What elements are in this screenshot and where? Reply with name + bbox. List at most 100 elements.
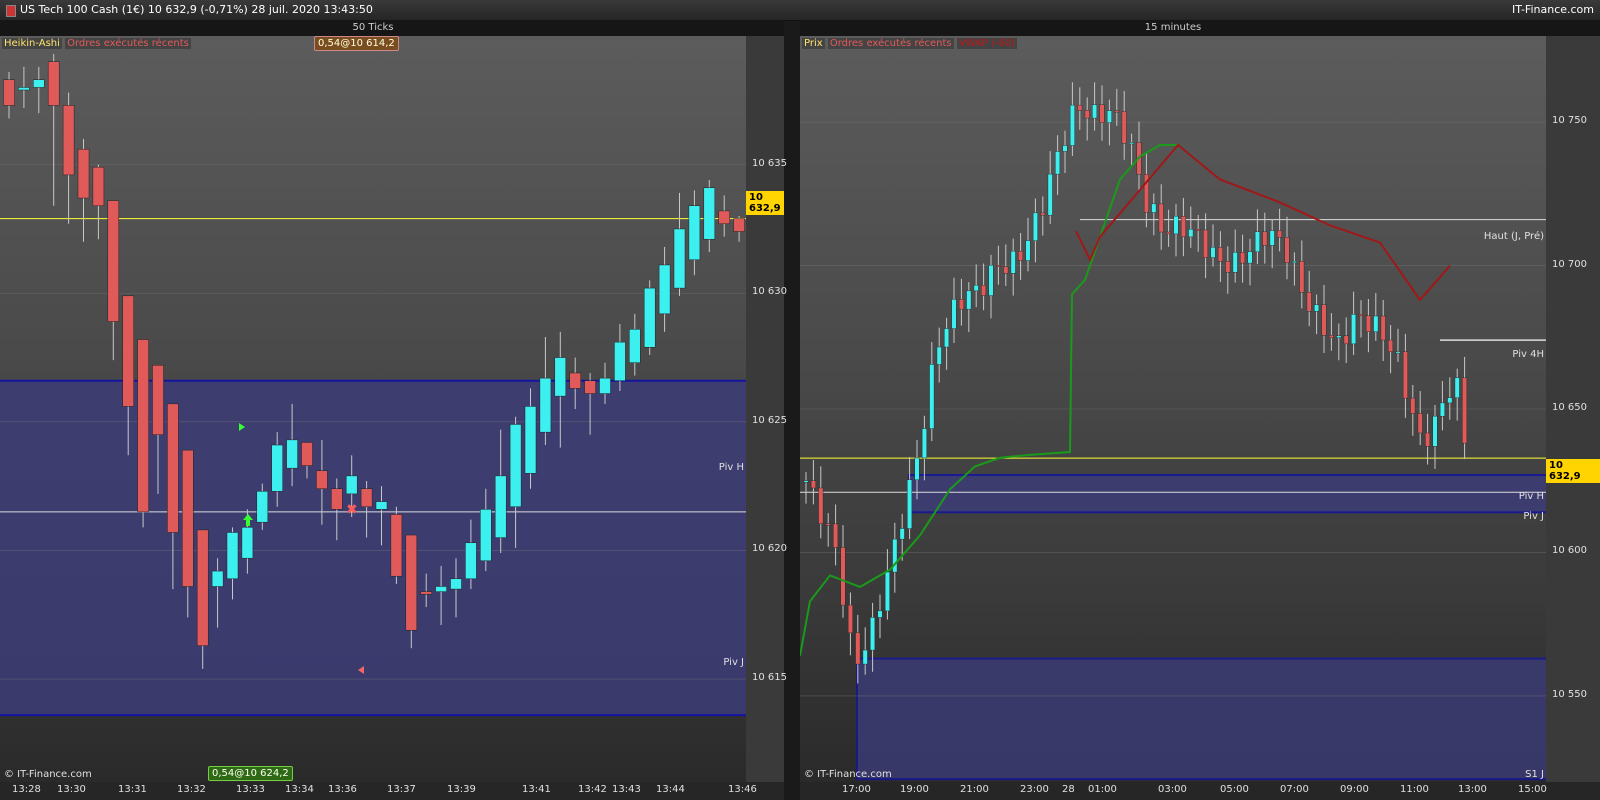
right-candle-body	[1010, 250, 1016, 274]
left-candle-body	[3, 79, 15, 106]
left-y-tick: 10 625	[752, 414, 787, 426]
right-candle-body	[1158, 203, 1164, 233]
right-candle-body	[1055, 151, 1061, 175]
left-candle-body	[122, 295, 134, 407]
right-candle-body	[810, 480, 816, 489]
right-candle-body	[870, 617, 876, 651]
right-candle-body	[840, 547, 846, 606]
right-vwap-label[interactable]: VWAP (-60)	[956, 38, 1018, 49]
left-candle-body	[271, 444, 283, 492]
left-candle-body	[584, 380, 596, 394]
left-x-tick: 13:41	[522, 784, 551, 795]
left-x-tick: 13:36	[328, 784, 357, 795]
left-candle-body	[107, 200, 120, 322]
left-candle-body	[435, 586, 447, 592]
left-x-tick: 13:33	[236, 784, 265, 795]
right-candle-body	[1328, 335, 1334, 338]
right-candle-body	[1225, 260, 1231, 273]
left-candle-body	[345, 475, 358, 495]
left-candle-body	[211, 570, 224, 587]
left-x-tick: 13:43	[612, 784, 641, 795]
left-candle-body	[420, 591, 432, 595]
left-candle-body	[569, 372, 581, 389]
left-piv-j-label: Piv J	[723, 657, 744, 668]
left-x-tick: 13:28	[12, 784, 41, 795]
right-candle-body	[981, 284, 987, 296]
right-candle-body	[1210, 247, 1216, 258]
right-x-tick: 03:00	[1158, 784, 1187, 795]
right-candle-body	[1077, 104, 1083, 111]
left-candle-body	[241, 527, 254, 559]
right-x-tick: 01:00	[1088, 784, 1117, 795]
left-orders-label[interactable]: Ordres exécutés récents	[65, 38, 191, 49]
right-x-tick: 15:00	[1518, 784, 1547, 795]
app-icon	[6, 5, 16, 17]
right-candle-body	[966, 290, 972, 310]
window-title: US Tech 100 Cash (1€) 10 632,9 (-0,71%) …	[20, 3, 373, 16]
right-candle-body	[1106, 110, 1112, 123]
right-y-axis[interactable]: 10 750 10 700 10 650 10 600 10 550 10 632,9	[1546, 36, 1600, 782]
right-candle-body	[855, 632, 861, 665]
right-candle-body	[1417, 413, 1423, 434]
right-candle-body	[1069, 104, 1075, 146]
right-candle-body	[1188, 229, 1194, 238]
left-y-tick: 10 620	[752, 543, 787, 555]
left-x-tick: 13:39	[447, 784, 476, 795]
right-pivot-zone	[908, 473, 1546, 514]
left-candle-body	[688, 205, 701, 261]
right-candle-body	[1084, 110, 1090, 119]
left-x-tick: 13:46	[728, 784, 757, 795]
right-x-tick: 28	[1062, 784, 1075, 795]
left-y-axis[interactable]: 10 635 10 630 10 625 10 620 10 615 10 632,9	[746, 36, 787, 782]
right-candle-body	[1262, 231, 1268, 246]
right-x-tick: 21:00	[960, 784, 989, 795]
right-candle-body	[1277, 230, 1283, 238]
left-candle-body	[286, 439, 298, 469]
left-candle-body	[599, 377, 611, 394]
left-candle-body	[450, 578, 462, 590]
right-s1-j-label: S1 J	[1525, 769, 1544, 780]
right-candle-body	[1047, 173, 1053, 216]
right-y-tick: 10 700	[1552, 258, 1587, 270]
right-x-tick: 19:00	[900, 784, 929, 795]
left-chart-panel: 50 Ticks ✖ Piv H Piv J © IT-Finance.com …	[0, 20, 787, 800]
left-candle-body	[673, 228, 686, 289]
left-order-tag-bottom[interactable]: 0,54@10 624,2	[208, 766, 293, 781]
left-candle-body	[137, 339, 149, 513]
right-plot-area[interactable]: Haut (J, Pré) Piv 4H Piv H Piv J S1 J © …	[800, 36, 1546, 782]
right-candle-body	[1395, 351, 1401, 354]
left-x-axis[interactable]: 13:28 13:30 13:31 13:32 13:33 13:34 13:36 13:37…	[0, 782, 784, 800]
right-orders-label[interactable]: Ordres exécutés récents	[827, 38, 954, 49]
right-candle-body	[1432, 415, 1438, 447]
left-candle-body	[92, 166, 105, 207]
left-candle-body	[182, 449, 194, 587]
left-candle-body	[18, 87, 30, 91]
right-candle-body	[1269, 230, 1275, 246]
right-vwap-green-line	[800, 144, 1178, 656]
right-candlestick-chart[interactable]	[800, 36, 1546, 782]
right-x-tick: 13:00	[1458, 784, 1487, 795]
right-piv-4h-label: Piv 4H	[1512, 349, 1544, 360]
left-plot-area[interactable]: ✖ Piv H Piv J © IT-Finance.com	[0, 36, 746, 782]
left-candle-body	[718, 210, 730, 225]
right-candle-body	[1114, 110, 1120, 113]
right-candle-body	[1351, 314, 1357, 345]
left-footer-brand: © IT-Finance.com	[4, 769, 92, 780]
left-x-tick: 13:37	[387, 784, 416, 795]
left-indicator-label[interactable]: Heikin-Ashi	[2, 38, 62, 49]
right-haut-label: Haut (J, Pré)	[1483, 231, 1544, 242]
right-x-axis[interactable]: 17:00 19:00 21:00 23:00 28 01:00 03:00 05:00 07:…	[800, 782, 1600, 800]
right-vwap-red-line	[1075, 143, 1451, 302]
right-candle-body	[1299, 261, 1305, 293]
left-candle-body	[405, 534, 418, 631]
left-order-tag-top[interactable]: 0,54@10 614,2	[314, 36, 399, 51]
right-indicator-label[interactable]: Prix	[802, 38, 825, 49]
left-x-tick: 13:42	[578, 784, 607, 795]
right-candle-body	[951, 299, 957, 329]
left-candle-body	[554, 357, 567, 397]
left-candle-body	[226, 532, 239, 580]
right-candle-body	[1306, 292, 1312, 312]
right-candle-body	[1151, 203, 1157, 213]
right-candle-body	[825, 523, 831, 526]
left-candlestick-chart[interactable]: ✖	[0, 36, 746, 782]
